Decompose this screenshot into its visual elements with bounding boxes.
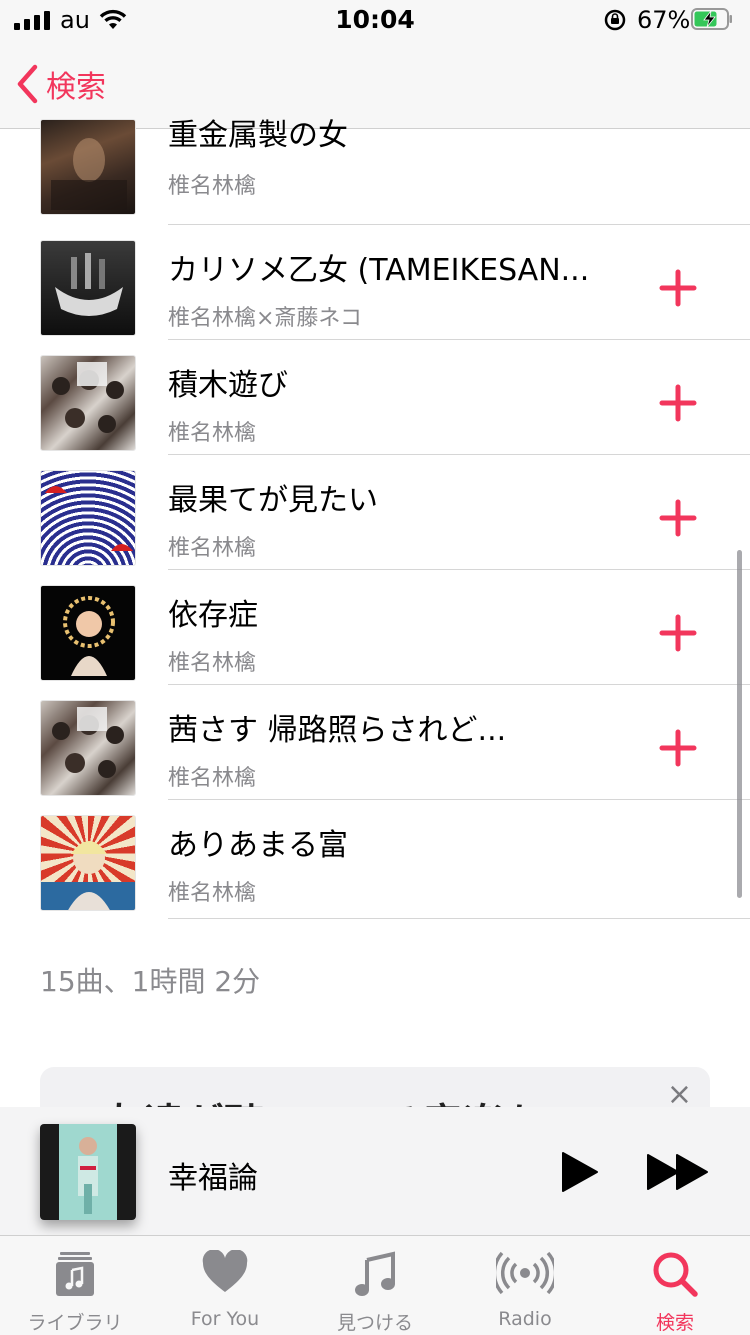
track-title: 積木遊び — [168, 368, 288, 403]
tab-label: Radio — [498, 1308, 552, 1330]
track-title: 茜さす 帰路照らされど... — [168, 713, 507, 748]
album-artwork — [40, 815, 136, 911]
tab-label: For You — [190, 1308, 260, 1330]
track-artist: 椎名林檎 — [168, 766, 257, 791]
tab-bar: ライブラリ For You 見つける Radio 検索 — [0, 1235, 750, 1335]
album-artwork — [40, 240, 136, 336]
back-button[interactable]: 検索 — [16, 62, 106, 106]
add-icon[interactable] — [658, 728, 698, 768]
album-artwork — [40, 119, 136, 215]
album-artwork — [40, 585, 136, 681]
rotation-lock-icon — [604, 9, 626, 31]
list-item[interactable]: ありあまる富 椎名林檎 — [0, 800, 750, 919]
track-title: ありあまる富 — [168, 828, 348, 863]
library-icon — [56, 1252, 94, 1296]
track-title: カリソメ乙女 (TAMEIKESAN... — [168, 253, 590, 288]
tab-search[interactable]: 検索 — [600, 1236, 750, 1335]
status-bar: au 10:04 67% — [0, 0, 750, 42]
track-artist: 椎名林檎 — [168, 421, 257, 446]
track-artist: 椎名林檎×斎藤ネコ — [168, 306, 362, 331]
tab-label: 見つける — [336, 1312, 413, 1334]
album-artwork — [40, 355, 136, 451]
battery-percent: 67% — [637, 6, 691, 34]
tab-radio[interactable]: Radio — [450, 1236, 600, 1335]
album-artwork — [40, 700, 136, 796]
track-artist: 椎名林檎 — [168, 174, 257, 199]
heart-icon — [202, 1250, 248, 1292]
tab-label: ライブラリ — [27, 1312, 123, 1334]
close-icon[interactable]: × — [667, 1080, 692, 1110]
now-playing-title: 幸福論 — [168, 1161, 258, 1196]
add-icon[interactable] — [658, 268, 698, 308]
track-artist: 椎名林檎 — [168, 651, 257, 676]
list-item[interactable]: 最果てが見たい 椎名林檎 — [0, 455, 750, 570]
battery-charging-icon — [691, 8, 732, 30]
list-item[interactable]: 茜さす 帰路照らされど... 椎名林檎 — [0, 685, 750, 800]
chevron-left-icon — [17, 64, 38, 104]
play-icon[interactable] — [560, 1151, 600, 1193]
music-note-icon — [355, 1251, 395, 1296]
tab-for-you[interactable]: For You — [150, 1236, 300, 1335]
radio-icon — [496, 1251, 554, 1295]
track-title: 依存症 — [168, 598, 258, 633]
track-artist: 椎名林檎 — [168, 536, 257, 561]
track-artist: 椎名林檎 — [168, 881, 257, 906]
scrollbar[interactable] — [737, 550, 742, 898]
list-item[interactable]: 積木遊び 椎名林檎 — [0, 340, 750, 455]
tab-library[interactable]: ライブラリ — [0, 1236, 150, 1335]
list-item[interactable]: 依存症 椎名林檎 — [0, 570, 750, 685]
list-item[interactable]: カリソメ乙女 (TAMEIKESAN... 椎名林檎×斎藤ネコ — [0, 225, 750, 340]
fast-forward-icon[interactable] — [646, 1153, 710, 1191]
add-icon[interactable] — [658, 498, 698, 538]
album-summary: 15曲、1時間 2分 — [40, 965, 261, 998]
add-icon[interactable] — [658, 613, 698, 653]
add-icon[interactable] — [658, 383, 698, 423]
mini-player[interactable]: 幸福論 — [0, 1107, 750, 1235]
search-icon — [653, 1252, 698, 1297]
list-item[interactable]: 重金属製の女 椎名林檎 — [0, 110, 750, 225]
tab-label: 検索 — [655, 1312, 694, 1334]
track-title: 重金属製の女 — [168, 118, 348, 153]
back-label: 検索 — [46, 70, 106, 105]
tab-browse[interactable]: 見つける — [300, 1236, 450, 1335]
track-title: 最果てが見たい — [168, 483, 378, 518]
now-playing-artwork — [40, 1124, 136, 1220]
album-artwork — [40, 470, 136, 566]
